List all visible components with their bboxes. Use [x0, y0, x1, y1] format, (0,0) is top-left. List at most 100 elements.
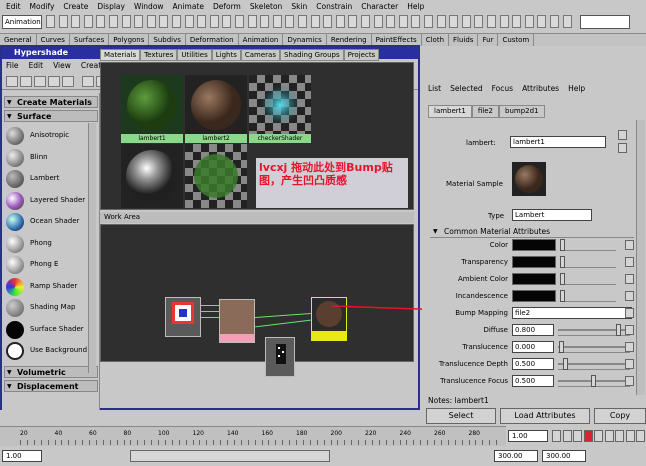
status-tool-icon[interactable]	[285, 15, 295, 28]
attr-color-swatch[interactable]	[512, 239, 556, 251]
map-button-icon[interactable]	[625, 308, 634, 318]
range-bar[interactable]	[130, 450, 330, 462]
ae-menu-focus[interactable]: Focus	[492, 84, 513, 93]
map-button-icon[interactable]	[625, 291, 634, 301]
status-tool-icon[interactable]	[562, 15, 572, 28]
node-name-field[interactable]: lambert1	[510, 136, 606, 148]
shelf-tab-custom[interactable]: Custom	[498, 34, 535, 46]
status-tool-icon[interactable]	[172, 15, 181, 28]
hs-tab-utilities[interactable]: Utilities	[177, 49, 212, 61]
range-start-field[interactable]: 1.00	[2, 450, 42, 462]
status-tool-icon[interactable]	[298, 15, 307, 28]
status-tool-icon[interactable]	[373, 15, 383, 28]
status-tool-icon[interactable]	[449, 15, 459, 28]
mode-selector[interactable]: Animation	[2, 15, 42, 29]
hs-menu-file[interactable]: File	[6, 59, 19, 72]
attr-slider[interactable]	[558, 358, 630, 370]
playback-icon[interactable]	[604, 430, 614, 442]
map-button-icon[interactable]	[625, 257, 634, 267]
collapse-icon[interactable]: ▼	[433, 228, 438, 235]
map-button-icon[interactable]	[625, 240, 634, 250]
hs-tab-materials[interactable]: Materials	[100, 49, 141, 61]
status-tool-icon[interactable]	[209, 15, 219, 28]
type-dropdown[interactable]: Lambert	[512, 209, 592, 221]
create-materials-header[interactable]: Create Materials	[4, 96, 98, 108]
playback-icon[interactable]	[594, 430, 603, 442]
playback-icon[interactable]	[583, 430, 593, 442]
create-bar-scrollbar[interactable]	[88, 123, 96, 373]
status-tool-icon[interactable]	[260, 15, 270, 28]
hypershade-tool-icon[interactable]	[20, 76, 32, 87]
status-tool-icon[interactable]	[524, 15, 534, 28]
create-ramp-shader[interactable]: Ramp Shader	[6, 277, 94, 297]
create-blinn[interactable]: Blinn	[6, 148, 94, 168]
status-tool-icon[interactable]	[96, 15, 106, 28]
swatch-lambert2[interactable]: lambert2	[185, 75, 247, 143]
attr-value-field[interactable]: 0.500	[512, 358, 554, 370]
status-tool-icon[interactable]	[146, 15, 156, 28]
hypershade-tool-icon[interactable]	[34, 76, 46, 87]
swatch-chrome[interactable]	[121, 144, 183, 208]
status-tool-icon[interactable]	[121, 15, 131, 28]
bump2d-node[interactable]	[265, 337, 295, 377]
menu-deform[interactable]: Deform	[213, 2, 241, 11]
ae-tab-bump2d1[interactable]: bump2d1	[499, 105, 545, 118]
menu-window[interactable]: Window	[134, 2, 164, 11]
ae-tab-lambert1[interactable]: lambert1	[428, 105, 472, 118]
menu-animate[interactable]: Animate	[173, 2, 204, 11]
menu-skin[interactable]: Skin	[291, 2, 307, 11]
hypershade-tool-icon[interactable]	[82, 76, 94, 87]
status-tool-icon[interactable]	[361, 15, 370, 28]
attr-slider[interactable]	[558, 375, 630, 387]
ae-menu-list[interactable]: List	[428, 84, 441, 93]
common-material-attributes-header[interactable]: Common Material Attributes	[430, 227, 634, 238]
status-tool-icon[interactable]	[512, 15, 522, 28]
map-button-icon[interactable]	[625, 376, 634, 386]
shelf-tab-cloth[interactable]: Cloth	[422, 34, 450, 46]
status-tool-icon[interactable]	[461, 15, 471, 28]
hypershade-tool-icon[interactable]	[6, 76, 18, 87]
create-shading-map[interactable]: Shading Map	[6, 298, 94, 318]
menu-character[interactable]: Character	[361, 2, 398, 11]
hs-tab-cameras[interactable]: Cameras	[240, 49, 280, 61]
status-tool-icon[interactable]	[58, 15, 68, 28]
attr-color-swatch[interactable]	[512, 290, 556, 302]
ae-tab-file2[interactable]: file2	[471, 105, 500, 118]
shelf-tab-fluids[interactable]: Fluids	[449, 34, 479, 46]
attr-slider[interactable]	[560, 239, 616, 251]
status-tool-icon[interactable]	[272, 15, 282, 28]
hypershade-tool-icon[interactable]	[48, 76, 60, 87]
status-tool-icon[interactable]	[310, 15, 320, 28]
range-end-field[interactable]: 300.00	[494, 450, 538, 462]
presets-icon[interactable]	[618, 143, 627, 153]
slider-thumb[interactable]	[591, 375, 596, 387]
map-button-icon[interactable]	[625, 359, 634, 369]
swatch-checker[interactable]: checkerShader	[249, 75, 311, 143]
volumetric-header[interactable]: Volumetric	[4, 366, 98, 378]
slider-thumb[interactable]	[563, 358, 569, 370]
status-tool-icon[interactable]	[247, 15, 257, 28]
slider-thumb[interactable]	[560, 256, 565, 268]
attr-value-field[interactable]: 0.500	[512, 375, 554, 387]
create-lambert[interactable]: Lambert	[6, 169, 94, 189]
hs-tab-projects[interactable]: Projects	[343, 49, 380, 61]
create-use-background[interactable]: Use Background	[6, 341, 94, 361]
status-tool-icon[interactable]	[537, 15, 547, 28]
quick-select-field[interactable]	[580, 15, 630, 29]
status-tool-icon[interactable]	[411, 15, 421, 28]
swatch-green-checker[interactable]	[185, 144, 247, 208]
status-tool-icon[interactable]	[184, 15, 194, 28]
status-tool-icon[interactable]	[159, 15, 169, 28]
attr-slider[interactable]	[560, 290, 616, 302]
select-button[interactable]: Select	[426, 408, 496, 424]
playback-icon[interactable]	[562, 430, 572, 442]
create-ocean-shader[interactable]: Ocean Shader	[6, 212, 94, 232]
status-tool-icon[interactable]	[348, 15, 358, 28]
attr-slider[interactable]	[558, 341, 630, 353]
status-tool-icon[interactable]	[398, 15, 408, 28]
status-tool-icon[interactable]	[46, 15, 55, 28]
attr-color-swatch[interactable]	[512, 256, 556, 268]
status-tool-icon[interactable]	[222, 15, 232, 28]
slider-thumb[interactable]	[559, 341, 565, 353]
create-anisotropic[interactable]: Anisotropic	[6, 126, 94, 146]
